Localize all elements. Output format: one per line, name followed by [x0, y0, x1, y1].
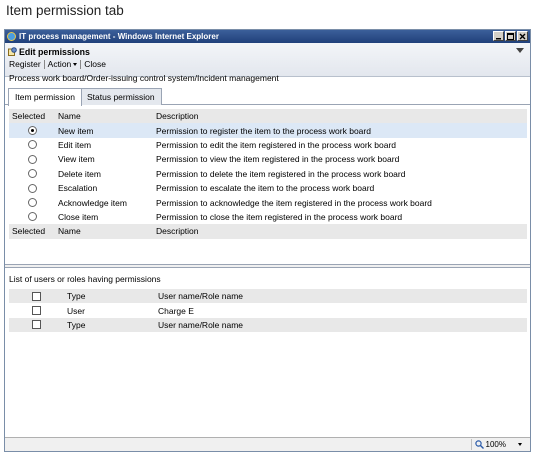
- permission-radio[interactable]: [27, 212, 37, 222]
- permission-radio[interactable]: [27, 154, 37, 164]
- minimize-button[interactable]: [493, 31, 504, 41]
- tab-bar: Item permission Status permission: [5, 88, 530, 106]
- table-row[interactable]: New item Permission to register the item…: [9, 123, 527, 138]
- permission-name: New item: [55, 123, 153, 138]
- select-all-footer-checkbox[interactable]: [32, 320, 41, 330]
- select-all-cell: [9, 289, 64, 304]
- permission-radio[interactable]: [27, 126, 37, 136]
- users-footer-row: Type User name/Role name: [9, 317, 527, 333]
- table-row[interactable]: Edit item Permission to edit the item re…: [9, 138, 527, 152]
- status-bar: 100%: [5, 437, 530, 451]
- toolbar: Register Action Close: [7, 59, 108, 69]
- permission-description: Permission to view the item registered i…: [156, 154, 400, 165]
- footer-selected: Selected: [9, 224, 55, 239]
- permission-radio[interactable]: [27, 198, 37, 208]
- magnifier-icon: [474, 440, 484, 449]
- table-row[interactable]: View item Permission to view the item re…: [9, 152, 527, 166]
- register-button[interactable]: Register: [7, 59, 43, 69]
- chevron-down-icon[interactable]: [518, 443, 522, 446]
- footer-type: Type: [64, 317, 155, 333]
- maximize-button[interactable]: [505, 31, 516, 41]
- users-table: Type User name/Role name User Charge E T…: [9, 289, 527, 333]
- action-menu-label: Action: [47, 59, 72, 69]
- permission-name: Edit item: [58, 139, 92, 150]
- figure-caption: Item permission tab: [6, 3, 124, 18]
- footer-name: Name: [55, 224, 153, 239]
- select-cell: [9, 210, 55, 224]
- zoom-control[interactable]: 100%: [470, 439, 506, 450]
- select-cell: [9, 181, 55, 195]
- close-button[interactable]: Close: [82, 59, 108, 69]
- users-list-title: List of users or roles having permission…: [9, 274, 161, 284]
- permission-description: Permission to edit the item registered i…: [156, 139, 397, 150]
- dialog-header: Edit permissions Register Action Close: [5, 43, 530, 77]
- footer-check-cell: [9, 317, 64, 333]
- footer-description: Description: [153, 224, 527, 239]
- window-title: IT process management - Windows Internet…: [19, 32, 219, 41]
- footer-user-name: User name/Role name: [155, 317, 527, 333]
- permission-description: Permission to delete the item registered…: [156, 168, 406, 179]
- toolbar-separator: [80, 59, 82, 69]
- select-cell: [9, 123, 55, 138]
- breadcrumb: Process work board/Order-issuing control…: [9, 73, 279, 83]
- collapse-arrow-icon[interactable]: [516, 48, 524, 53]
- pane-splitter[interactable]: [5, 264, 530, 268]
- window-titlebar[interactable]: IT process management - Windows Internet…: [5, 30, 530, 43]
- internet-explorer-icon: [7, 32, 16, 41]
- permission-radio[interactable]: [27, 140, 37, 150]
- users-header-row: Type User name/Role name: [9, 289, 527, 304]
- tab-status-permission[interactable]: Status permission: [80, 88, 162, 105]
- permission-name: Close item: [58, 211, 99, 222]
- select-cell: [9, 167, 55, 181]
- table-header-row: Selected Name Description: [9, 109, 527, 124]
- permissions-table: Selected Name Description New item Permi…: [9, 109, 527, 239]
- permission-description: Permission to close the item registered …: [156, 211, 403, 222]
- tab-item-permission[interactable]: Item permission: [8, 88, 82, 106]
- close-icon: [519, 33, 526, 40]
- edit-permissions-icon: [8, 47, 17, 56]
- permission-radio[interactable]: [27, 169, 37, 179]
- table-row[interactable]: Escalation Permission to escalate the it…: [9, 181, 527, 195]
- table-row[interactable]: Close item Permission to close the item …: [9, 210, 527, 224]
- select-cell: [9, 152, 55, 166]
- check-cell: [9, 303, 64, 317]
- permission-name: Delete item: [58, 168, 101, 179]
- browser-window: IT process management - Windows Internet…: [4, 29, 531, 452]
- user-checkbox[interactable]: [32, 306, 41, 316]
- permission-description: Permission to register the item to the p…: [153, 123, 527, 138]
- permission-description: Permission to acknowledge the item regis…: [156, 197, 432, 208]
- minimize-icon: [496, 38, 501, 40]
- permission-description: Permission to escalate the item to the p…: [156, 183, 375, 194]
- table-row[interactable]: Acknowledge item Permission to acknowled…: [9, 195, 527, 209]
- permission-name: View item: [58, 154, 95, 165]
- chevron-down-icon: [73, 63, 78, 67]
- dialog-title: Edit permissions: [19, 47, 90, 57]
- permission-name: Acknowledge item: [58, 197, 127, 208]
- column-header-type[interactable]: Type: [64, 289, 155, 304]
- column-header-description[interactable]: Description: [153, 109, 527, 124]
- select-all-checkbox[interactable]: [32, 291, 41, 301]
- maximize-icon: [507, 33, 514, 40]
- column-header-user-name[interactable]: User name/Role name: [155, 289, 527, 304]
- select-cell: [9, 138, 55, 152]
- table-row[interactable]: Delete item Permission to delete the ite…: [9, 167, 527, 181]
- close-window-button[interactable]: [517, 31, 528, 41]
- column-header-selected[interactable]: Selected: [9, 109, 55, 124]
- table-footer-row: Selected Name Description: [9, 224, 527, 239]
- window-controls: [493, 31, 528, 41]
- select-cell: [9, 195, 55, 209]
- permission-name: Escalation: [58, 183, 98, 194]
- user-name: Charge E: [158, 305, 194, 316]
- table-row[interactable]: User Charge E: [9, 303, 527, 317]
- zoom-level: 100%: [485, 440, 506, 449]
- column-header-name[interactable]: Name: [55, 109, 153, 124]
- user-type: User: [67, 305, 85, 316]
- action-menu[interactable]: Action: [46, 59, 80, 69]
- toolbar-separator: [43, 59, 45, 69]
- permission-radio[interactable]: [27, 183, 37, 193]
